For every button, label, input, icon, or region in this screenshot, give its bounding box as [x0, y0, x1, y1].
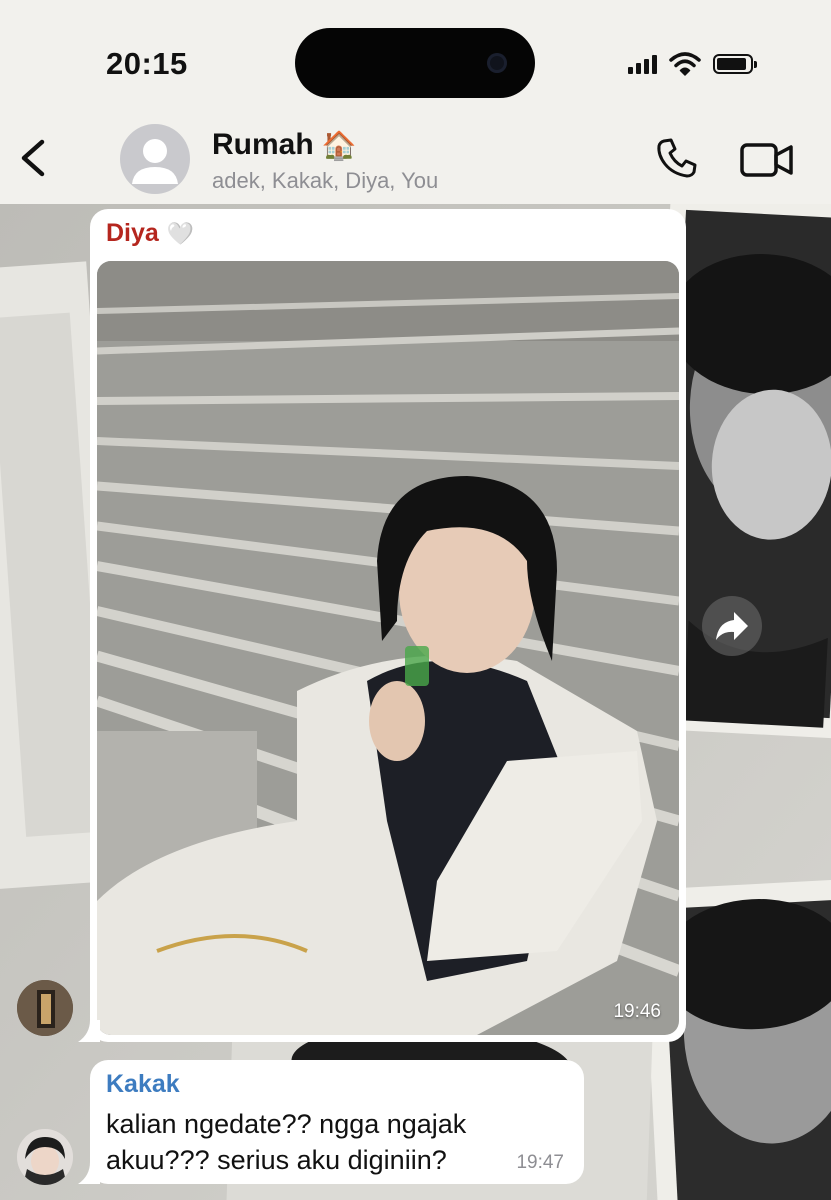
group-title[interactable]: Rumah 🏠	[212, 128, 357, 162]
photo-timestamp: 19:46	[613, 1001, 661, 1022]
group-members: adek, Kakak, Diya, You	[212, 168, 439, 193]
status-bar: 20:15	[0, 0, 831, 110]
photo-message-bubble[interactable]: Diya 🤍 19:46	[90, 209, 686, 1042]
sender-avatar-diya[interactable]	[17, 980, 73, 1036]
status-time: 20:15	[106, 46, 188, 81]
back-chevron-icon[interactable]	[14, 136, 54, 180]
dynamic-island	[295, 28, 535, 98]
chat-header: Rumah 🏠 adek, Kakak, Diya, You	[0, 110, 831, 204]
message-timestamp: 19:47	[516, 1152, 564, 1173]
status-icons	[628, 52, 757, 76]
text-message-bubble[interactable]: Kakak kalian ngedate?? ngga ngajak akuu?…	[90, 1060, 584, 1184]
video-camera-icon[interactable]	[740, 140, 794, 180]
message-photo[interactable]: 19:46	[97, 261, 679, 1035]
sender-name: Kakak	[106, 1070, 180, 1098]
forward-button[interactable]	[702, 596, 762, 656]
wifi-icon	[669, 52, 701, 76]
sender-avatar-kakak[interactable]	[17, 1129, 73, 1185]
house-emoji: 🏠	[321, 129, 357, 161]
camera-lens	[487, 53, 507, 73]
group-title-text: Rumah	[212, 128, 314, 161]
battery-icon	[713, 54, 757, 74]
sender-name: Diya 🤍	[106, 219, 194, 248]
phone-icon[interactable]	[655, 136, 699, 180]
bubble-tail	[78, 1020, 100, 1042]
cellular-signal-icon	[628, 54, 657, 74]
white-heart-emoji: 🤍	[166, 220, 195, 246]
bubble-tail	[78, 1162, 100, 1184]
chat-area[interactable]: Diya 🤍 19:46 Kakak kalian ngedate?? ngga…	[0, 204, 831, 1200]
message-text: kalian ngedate?? ngga ngajak akuu??? ser…	[106, 1109, 467, 1175]
forward-arrow-icon	[716, 612, 748, 640]
sender-name-text: Diya	[106, 219, 159, 247]
group-avatar-icon[interactable]	[120, 124, 190, 194]
